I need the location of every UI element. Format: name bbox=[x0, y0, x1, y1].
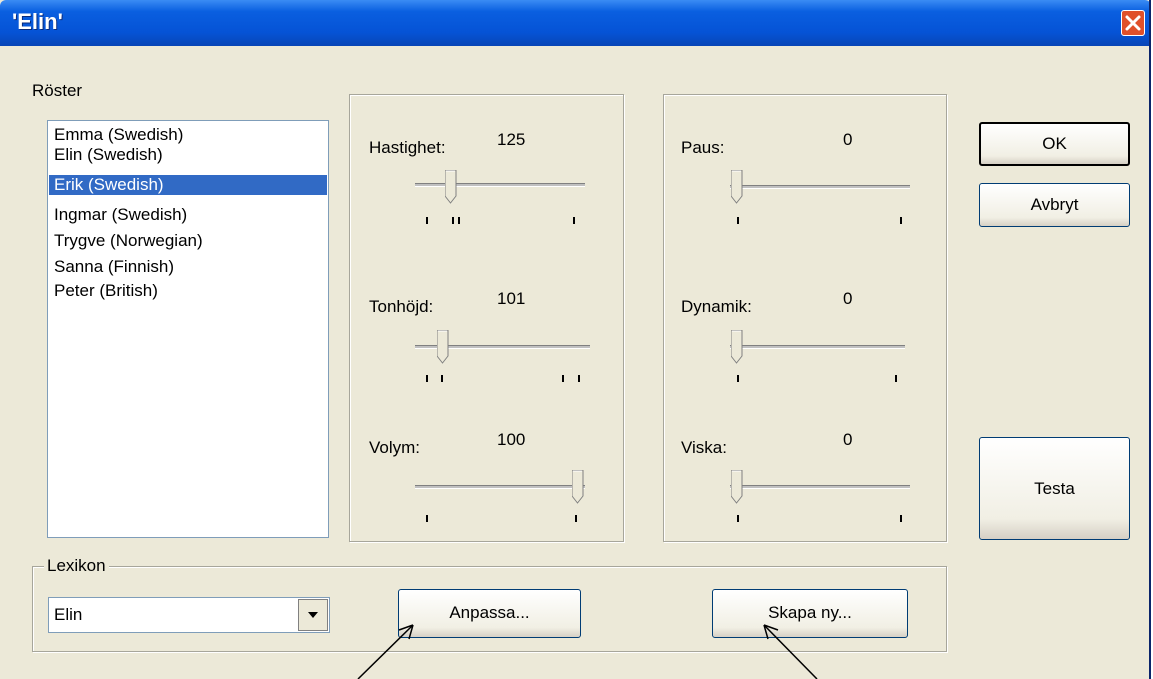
arrow-anpassa-icon bbox=[357, 624, 414, 679]
annotation-arrows bbox=[357, 624, 818, 679]
arrow-skapa-ny-icon bbox=[763, 624, 818, 679]
